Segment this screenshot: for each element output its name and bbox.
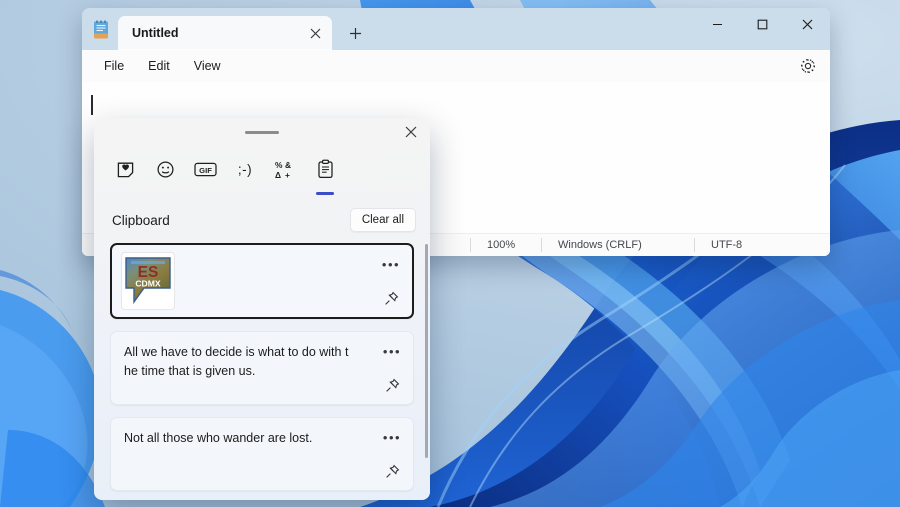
tab-symbols[interactable]: % & Δ + [272,158,298,192]
tab-underline [196,192,214,195]
tab-strip[interactable]: Untitled [118,8,370,50]
panel-close-icon[interactable] [398,120,424,144]
clipboard-item-content: All we have to decide is what to do with… [124,345,349,379]
clipboard-item-list[interactable]: ES CDMX ••• All we have to decide is wha… [94,243,430,500]
svg-text:Δ: Δ [275,170,281,180]
tab-underline [156,192,174,195]
text-caret [91,95,93,115]
clipboard-scrollbar[interactable] [425,244,428,458]
gear-icon[interactable] [798,56,818,76]
thumbnail-wrapper: ES CDMX [112,245,412,317]
drag-handle[interactable] [245,131,279,134]
clipboard-title: Clipboard [112,212,170,228]
clipboard-icon [317,158,334,180]
more-options-icon[interactable]: ••• [379,340,405,362]
status-line-endings[interactable]: Windows (CRLF) [542,239,694,251]
emoji-clipboard-panel[interactable]: GIF ;-) % & Δ + Clipboard Clear all ES C… [94,118,430,500]
tab-kaomoji[interactable]: ;-) [232,158,258,192]
tab-recent-stickers[interactable] [112,158,138,192]
clipboard-item-text[interactable]: All we have to decide is what to do with… [110,331,414,405]
tab-untitled[interactable]: Untitled [118,16,332,50]
tab-underline [116,192,134,195]
kaomoji-icon: ;-) [237,161,253,177]
category-tab-row[interactable]: GIF ;-) % & Δ + [94,146,430,195]
tab-clipboard[interactable] [312,158,338,195]
minimize-button[interactable] [695,8,740,40]
more-options-icon[interactable]: ••• [379,426,405,448]
notepad-menubar[interactable]: File Edit View [82,50,830,82]
svg-text:+: + [285,170,290,180]
tab-underline [276,192,294,195]
menu-view[interactable]: View [182,55,233,77]
svg-text:&: & [285,160,291,170]
menu-file[interactable]: File [92,55,136,77]
clear-all-button[interactable]: Clear all [349,208,416,232]
tab-gif[interactable]: GIF [192,158,218,192]
panel-header[interactable] [94,118,430,146]
pin-icon[interactable] [379,374,405,396]
tab-underline [316,192,334,195]
pin-icon[interactable] [379,460,405,482]
status-encoding[interactable]: UTF-8 [695,239,815,251]
clipboard-item-image[interactable]: ES CDMX ••• [110,243,414,319]
tab-close-icon[interactable] [304,22,326,44]
close-button[interactable] [785,8,830,40]
notepad-icon [92,20,110,40]
notepad-titlebar[interactable]: Untitled [82,8,830,50]
new-tab-button[interactable] [340,18,370,48]
clipboard-item-text[interactable]: Not all those who wander are lost. ••• [110,417,414,491]
more-options-icon[interactable]: ••• [378,253,404,275]
tab-emoji[interactable] [152,158,178,192]
sticker-heart-icon [116,158,135,180]
status-zoom[interactable]: 100% [471,239,541,251]
window-controls[interactable] [695,8,830,50]
svg-text:GIF: GIF [199,166,212,175]
svg-text:%: % [275,160,283,170]
tab-underline [236,192,254,195]
clipboard-item-content: Not all those who wander are lost. [124,431,313,445]
thumb-bottom-text: CDMX [135,279,161,289]
clipboard-section-header: Clipboard Clear all [94,192,430,232]
menu-edit[interactable]: Edit [136,55,182,77]
pin-icon[interactable] [378,287,404,309]
clipboard-image-thumbnail: ES CDMX [122,253,174,309]
maximize-button[interactable] [740,8,785,40]
smiley-face-icon [156,158,175,180]
symbols-icon: % & Δ + [274,158,296,180]
tab-label: Untitled [132,26,179,40]
gif-badge-icon: GIF [193,158,217,180]
